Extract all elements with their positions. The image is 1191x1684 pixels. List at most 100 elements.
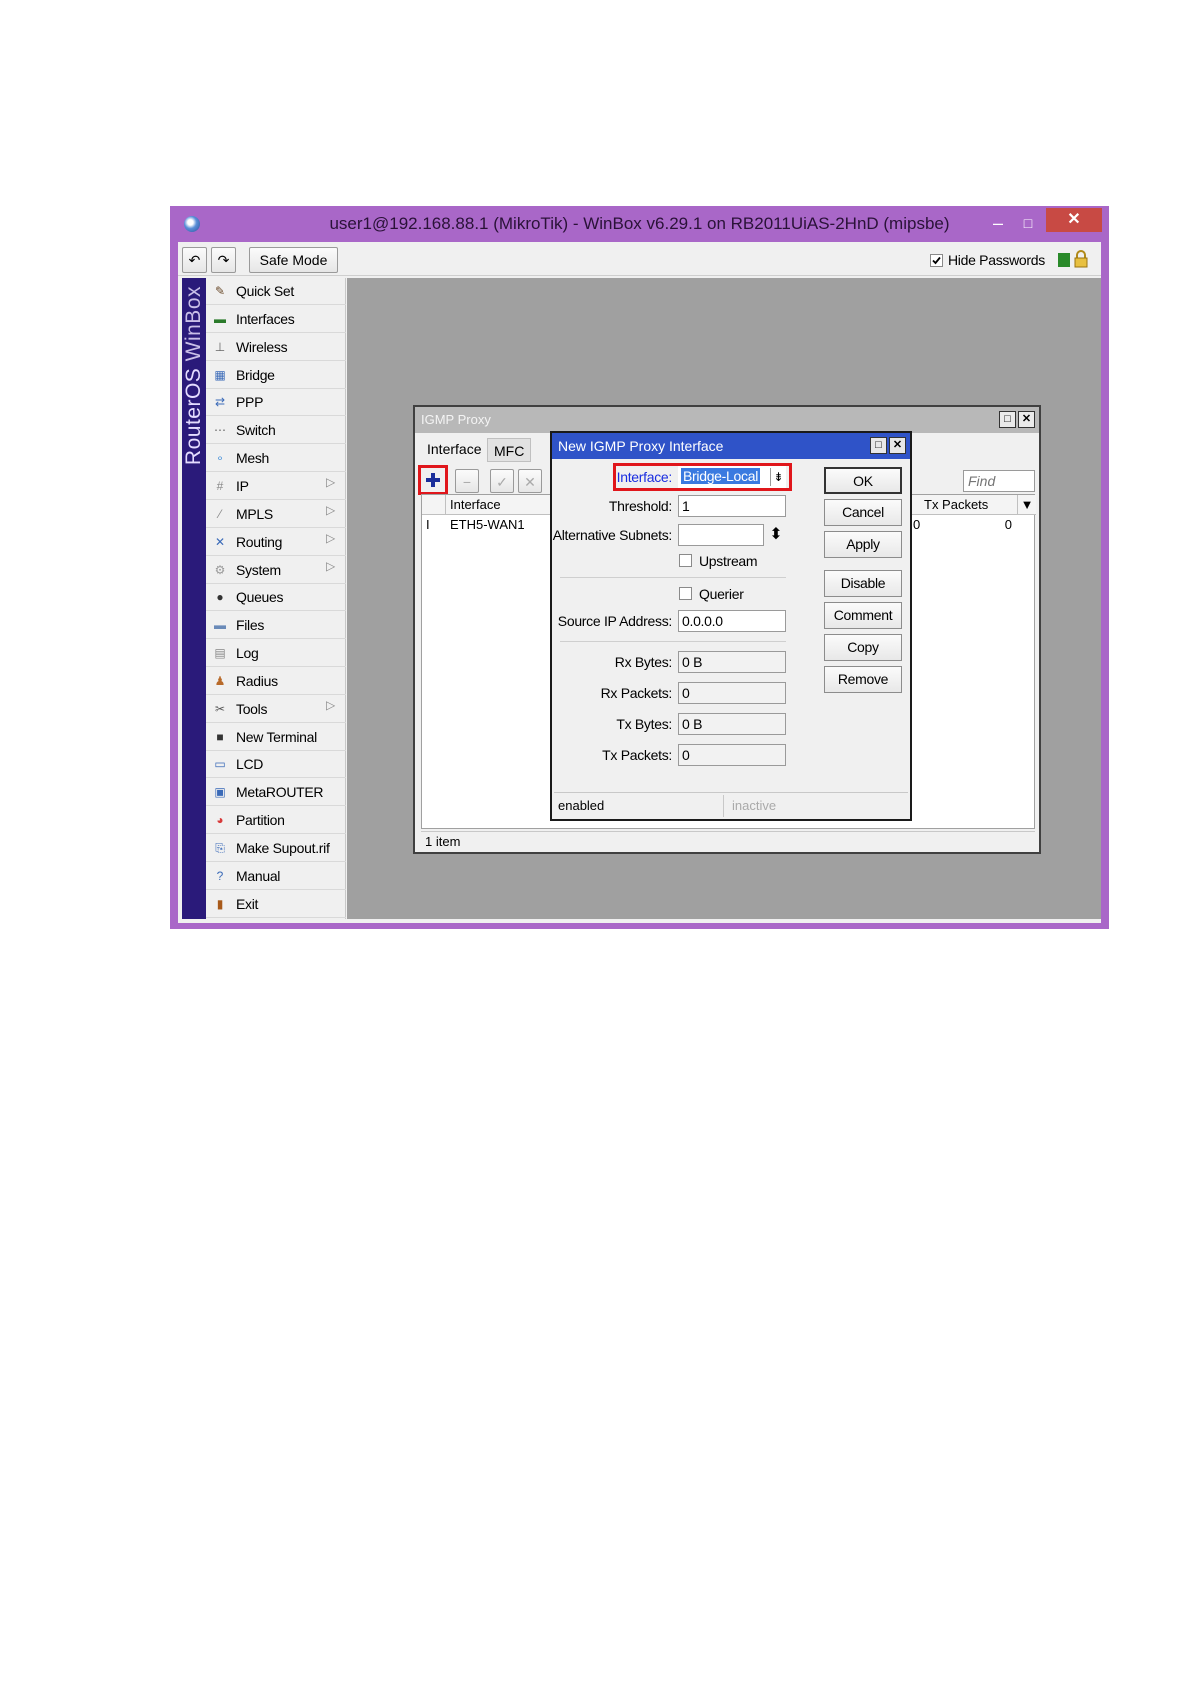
tab-mfc[interactable]: MFC <box>487 438 532 462</box>
redo-button[interactable]: ↷ <box>211 247 236 273</box>
close-button[interactable]: ✕ <box>1046 208 1102 232</box>
disable-button[interactable]: Disable <box>824 570 902 597</box>
maximize-button[interactable]: □ <box>1014 212 1042 234</box>
igmp-proxy-title[interactable]: IGMP Proxy <box>415 407 1039 433</box>
routeros-winbox-brand: RouterOS WinBox <box>182 286 205 466</box>
system-icon: ⚙ <box>214 562 226 577</box>
sidebar-item-files[interactable]: ▬ Files <box>206 612 346 640</box>
tab-interface[interactable]: Interface <box>421 436 488 462</box>
updown-arrows-icon[interactable]: ⬍ <box>768 524 784 546</box>
row-rx-packets: 0 <box>913 517 921 532</box>
igmp-close-button[interactable]: ✕ <box>1018 411 1035 428</box>
flag-column-header <box>422 495 446 515</box>
sidebar-item-log[interactable]: ▤ Log <box>206 640 346 668</box>
dialog-status-bar: enabled inactive <box>554 792 908 818</box>
manual-icon: ? <box>216 868 224 883</box>
submenu-arrow-icon: ▷ <box>326 697 336 712</box>
sidebar-item-label: Bridge <box>236 366 275 383</box>
sidebar-item-partition[interactable]: ◕ Partition <box>206 807 346 835</box>
sidebar-item-label: Wireless <box>236 338 288 355</box>
disable-button[interactable]: ✕ <box>518 469 542 493</box>
minimize-button[interactable]: – <box>984 212 1012 234</box>
sidebar-item-make-supout-rif[interactable]: ⎘ Make Supout.rif <box>206 835 346 862</box>
sidebar-item-ppp[interactable]: ⇄ PPP <box>206 389 346 417</box>
sidebar-item-mpls[interactable]: ⁄ MPLS ▷ <box>206 501 346 528</box>
sidebar-item-new-terminal[interactable]: ■ New Terminal <box>206 724 346 751</box>
files-icon: ▬ <box>214 618 226 633</box>
sidebar-item-lcd[interactable]: ▭ LCD <box>206 751 346 779</box>
connection-status-icon <box>1058 253 1070 267</box>
apply-button[interactable]: Apply <box>824 531 902 558</box>
sidebar-item-label: New Terminal <box>236 728 317 745</box>
sidebar-item-routing[interactable]: ✕ Routing ▷ <box>206 529 346 556</box>
title-bar[interactable]: user1@192.168.88.1 (MikroTik) - WinBox v… <box>170 206 1109 242</box>
queues-icon: ● <box>216 590 224 605</box>
dialog-maximize-button[interactable]: □ <box>870 437 887 454</box>
switch-icon: ⋯ <box>214 423 226 438</box>
sidebar-item-label: Manual <box>236 867 281 884</box>
interface-label: Interface: <box>616 469 673 485</box>
upstream-label: Upstream <box>699 553 758 569</box>
sidebar-item-tools[interactable]: ✂ Tools ▷ <box>206 696 346 723</box>
sidebar-item-label: Routing <box>236 533 283 550</box>
maximize-icon: □ <box>875 439 882 451</box>
sidebar-item-bridge[interactable]: ▦ Bridge <box>206 362 346 389</box>
sidebar-item-wireless[interactable]: ⊥ Wireless <box>206 334 346 361</box>
sidebar-item-exit[interactable]: ▮ Exit <box>206 891 346 918</box>
tools-icon: ✂ <box>214 701 226 716</box>
source-ip-input[interactable]: 0.0.0.0 <box>678 610 786 632</box>
sidebar-item-radius[interactable]: ♟ Radius <box>206 668 346 695</box>
upstream-checkbox[interactable] <box>679 554 692 567</box>
enable-button[interactable]: ✓ <box>490 469 514 493</box>
sidebar-item-mesh[interactable]: ∘ Mesh <box>206 445 346 473</box>
sidebar-item-label: System <box>236 561 281 578</box>
alternative-subnets-input[interactable] <box>678 524 764 546</box>
sidebar-item-label: Tools <box>236 700 268 717</box>
column-menu-button[interactable]: ▼ <box>1018 495 1036 515</box>
remove-button[interactable]: Remove <box>824 666 902 693</box>
threshold-input[interactable]: 1 <box>678 495 786 517</box>
hide-passwords-checkbox[interactable] <box>930 254 943 267</box>
row-interface: ETH5-WAN1 <box>450 517 525 532</box>
supout-icon: ⎘ <box>215 841 225 855</box>
remove-button[interactable]: − <box>455 469 479 493</box>
main-toolbar: ↶ ↷ Safe Mode Hide Passwords <box>178 242 1101 276</box>
ok-button[interactable]: OK <box>824 467 902 494</box>
separator <box>560 577 786 578</box>
radius-icon: ♟ <box>214 673 226 688</box>
sidebar-item-label: MPLS <box>236 505 273 522</box>
dropdown-arrow-icon[interactable]: ⇟ <box>770 468 786 486</box>
find-input[interactable] <box>963 470 1035 492</box>
igmp-maximize-button[interactable]: □ <box>999 411 1016 428</box>
undo-button[interactable]: ↶ <box>182 247 207 273</box>
threshold-label: Threshold: <box>608 498 672 514</box>
dialog-title[interactable]: New IGMP Proxy Interface <box>552 433 910 459</box>
sidebar-item-metarouter[interactable]: ▣ MetaROUTER <box>206 779 346 807</box>
sidebar-item-system[interactable]: ⚙ System ▷ <box>206 557 346 584</box>
rx-bytes-value: 0 B <box>678 651 786 673</box>
sidebar-item-interfaces[interactable]: ▬ Interfaces <box>206 306 346 333</box>
cancel-button[interactable]: Cancel <box>824 499 902 526</box>
copy-button[interactable]: Copy <box>824 634 902 661</box>
sidebar-item-label: Partition <box>236 812 285 829</box>
sidebar-item-switch[interactable]: ⋯ Switch <box>206 417 346 445</box>
close-icon: ✕ <box>892 439 903 451</box>
querier-checkbox[interactable] <box>679 587 692 600</box>
sidebar-item-label: Log <box>236 645 259 662</box>
comment-button[interactable]: Comment <box>824 602 902 629</box>
safe-mode-button[interactable]: Safe Mode <box>249 247 338 273</box>
column-tx-packets[interactable]: Tx Packets <box>920 495 1018 515</box>
ppp-icon: ⇄ <box>214 395 226 410</box>
sidebar-item-label: Switch <box>236 422 276 439</box>
add-button[interactable] <box>418 465 448 495</box>
sidebar-item-quick-set[interactable]: ✎ Quick Set <box>206 278 346 305</box>
source-ip-label: Source IP Address: <box>557 613 673 629</box>
sidebar-item-ip[interactable]: # IP ▷ <box>206 473 346 500</box>
hide-passwords-label: Hide Passwords <box>948 252 1045 268</box>
sidebar-item-queues[interactable]: ● Queues <box>206 584 346 612</box>
rx-packets-label: Rx Packets: <box>600 685 673 701</box>
sidebar-item-manual[interactable]: ? Manual <box>206 863 346 890</box>
dialog-close-button[interactable]: ✕ <box>889 437 906 454</box>
exit-icon: ▮ <box>216 896 224 911</box>
maximize-icon: □ <box>1004 413 1011 425</box>
